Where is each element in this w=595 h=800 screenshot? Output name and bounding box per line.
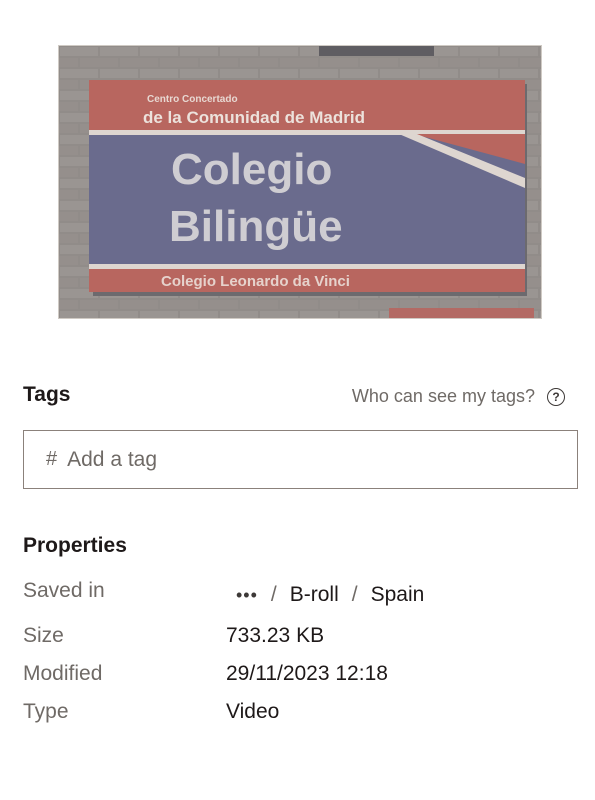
type-row: Type Video	[23, 700, 279, 724]
thumbnail-image: Centro Concertado de la Comunidad de Mad…	[59, 46, 541, 318]
path-crumb-b-roll[interactable]: B-roll	[290, 583, 339, 607]
sign-line1-text: Colegio	[171, 145, 332, 194]
sign-bottom-text: Colegio Leonardo da Vinci	[161, 273, 350, 290]
properties-heading: Properties	[23, 534, 127, 557]
saved-in-path: ••• / B-roll / Spain	[226, 583, 424, 607]
saved-in-label: Saved in	[23, 579, 105, 602]
more-horizontal-icon[interactable]: •••	[236, 585, 258, 606]
path-separator: /	[351, 583, 358, 606]
size-row: Size 733.23 KB	[23, 624, 324, 648]
add-tag-input[interactable]	[65, 446, 577, 473]
who-can-see-tags-label: Who can see my tags?	[351, 386, 535, 406]
saved-in-row: Saved in ••• / B-roll / Spain	[23, 579, 424, 607]
modified-label: Modified	[23, 662, 103, 685]
sign-line2-text: Bilingüe	[169, 202, 343, 251]
sign-small-text: Centro Concertado	[147, 94, 238, 105]
size-value: 733.23 KB	[226, 624, 325, 647]
who-can-see-tags-link[interactable]: Who can see my tags? ?	[352, 386, 565, 407]
path-crumb-spain[interactable]: Spain	[371, 583, 425, 607]
type-value: Video	[226, 700, 280, 723]
sign-region-text: de la Comunidad de Madrid	[143, 108, 365, 127]
size-label: Size	[23, 624, 64, 647]
tags-heading: Tags	[23, 383, 71, 406]
add-tag-field[interactable]: #	[23, 430, 578, 489]
modified-row: Modified 29/11/2023 12:18	[23, 662, 388, 686]
video-thumbnail[interactable]: Centro Concertado de la Comunidad de Mad…	[58, 45, 542, 319]
hash-icon: #	[46, 448, 58, 470]
path-separator: /	[270, 583, 277, 606]
modified-value: 29/11/2023 12:18	[226, 662, 388, 685]
help-circle-icon[interactable]: ?	[547, 387, 565, 406]
type-label: Type	[23, 700, 69, 723]
